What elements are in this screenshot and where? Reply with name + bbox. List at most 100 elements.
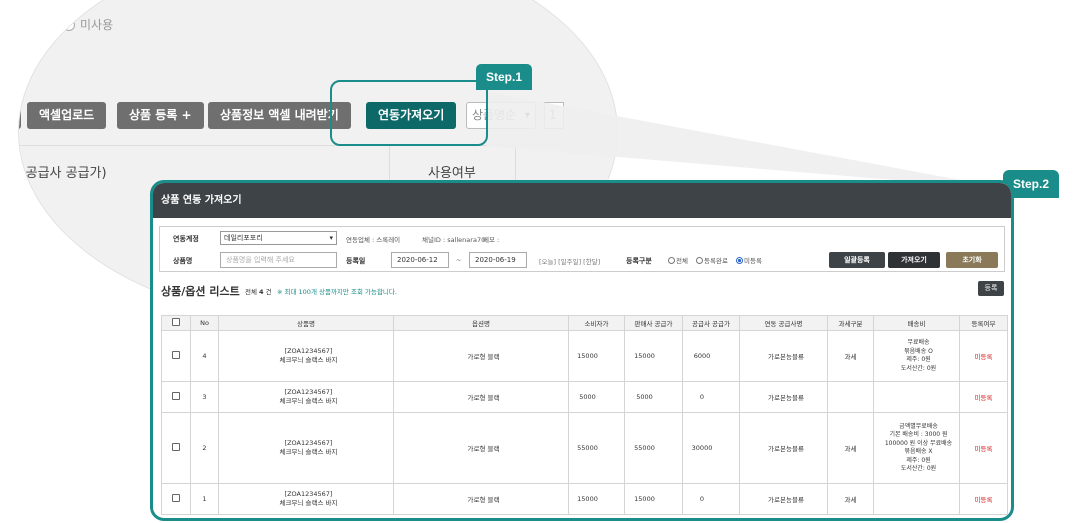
shipping-line: 도서산간: 0원 [900, 364, 937, 372]
column-header: 공급사 공급가 [682, 315, 740, 331]
product-name-label: 상품명 [173, 257, 193, 265]
use-column-header: 사용여부 [428, 166, 476, 181]
column-header: 배송비 [873, 315, 960, 331]
row-supplier-supply: 30000 [682, 412, 740, 484]
row-consumer-price: 15000 [568, 330, 625, 382]
row-supplier-supply: 0 [682, 381, 740, 413]
excel-upload-button[interactable]: 액셀업로드 [27, 102, 107, 129]
table-row: 1 [ZOA1234567] 체크무늬 슬랙스 바지 가로형 블랙 15000 1… [161, 483, 1008, 515]
count-suffix: 건 [265, 288, 272, 296]
extra-field[interactable]: 1 [544, 102, 564, 129]
chevron-down-icon: ▾ [524, 110, 530, 121]
date-from-input[interactable]: 2020-06-12 [391, 252, 449, 268]
status-option-done: 등록완료 [704, 257, 728, 265]
shipping-line: 제주: 0원 [906, 456, 931, 464]
quick-date-links[interactable]: [오늘] [일주일] [한달] [539, 256, 600, 266]
row-checkbox[interactable] [161, 330, 191, 382]
list-count: 전체 4 건 [245, 286, 272, 296]
row-checkbox[interactable] [161, 483, 191, 515]
shipping-line: 도서산간: 0원 [900, 465, 937, 472]
product-table: No 상품명 옵션명 소비자가 판매사 공급가 공급사 공급가 연동 공급사명 … [161, 315, 1008, 515]
status-radio-unregistered[interactable]: 미등록 [736, 255, 762, 265]
channel-text: 채널ID : sallenara70 [422, 236, 486, 244]
radio-circle-icon [63, 18, 75, 31]
column-header: 판매사 공급가 [624, 315, 683, 331]
column-header: 상품명 [218, 315, 394, 331]
radio-icon [668, 257, 675, 264]
status-option-unregistered: 미등록 [744, 257, 762, 265]
row-shipping: 금액별무료배송 기본 배송비 : 3000 원 100000 원 이상 무료배송… [873, 412, 960, 484]
memo-text: 메모 : [483, 236, 500, 244]
product-register-button[interactable]: 상품 등록 + [117, 102, 204, 129]
checkbox-icon [172, 494, 180, 502]
column-header: 과세구분 [827, 315, 874, 331]
row-no: 1 [190, 483, 219, 515]
unused-radio[interactable]: 미사용 [63, 16, 113, 33]
account-select-value: 데일리포포리 [224, 234, 263, 242]
row-checkbox[interactable] [161, 381, 191, 413]
row-product: [ZOA1234567] 체크무늬 슬랙스 바지 [218, 330, 394, 382]
count-prefix: 전체 [245, 288, 257, 296]
row-product: [ZOA1234567] 체크무늬 슬랙스 바지 [218, 381, 394, 413]
table-row: 4 [ZOA1234567] 체크무늬 슬랙스 바지 가로형 블랙 15000 1… [161, 330, 1008, 382]
row-seller-supply: 15000 [624, 330, 683, 382]
row-supplier-name: 가로본능블류 [739, 412, 828, 484]
product-name: 체크무늬 슬랙스 바지 [279, 356, 338, 364]
count-value: 4 [259, 288, 264, 296]
row-option: 가로형 블랙 [393, 330, 569, 382]
partner-text: 연동업체 : 스록레이 [346, 236, 401, 244]
import-button[interactable]: 가져오기 [888, 252, 940, 268]
row-consumer-price: 55000 [568, 412, 625, 484]
date-separator: ~ [456, 256, 462, 264]
select-all-header[interactable] [161, 315, 191, 331]
row-consumer-price: 15000 [568, 483, 625, 515]
column-header: 옵션명 [393, 315, 569, 331]
modal-title: 상품 연동 가져오기 [153, 183, 1011, 218]
linked-import-modal: 상품 연동 가져오기 연동계정 데일리포포리 ▾ 연동업체 : 스록레이 채널I… [150, 180, 1014, 521]
product-name: 체크무늬 슬랙스 바지 [279, 397, 338, 405]
row-shipping [873, 381, 960, 413]
status-radio-all[interactable]: 전체 [668, 255, 688, 265]
checkbox-icon [172, 443, 180, 451]
shipping-line: 무료배송 [907, 339, 930, 346]
row-no: 3 [190, 381, 219, 413]
unused-radio-label: 미사용 [80, 18, 114, 32]
table-header-row: No 상품명 옵션명 소비자가 판매사 공급가 공급사 공급가 연동 공급사명 … [161, 315, 1008, 331]
row-status: 미등록 [959, 412, 1008, 484]
checkbox-icon [172, 351, 180, 359]
shipping-line: 묶음배송 O [904, 347, 933, 355]
status-option-all: 전체 [676, 257, 688, 265]
row-seller-supply: 55000 [624, 412, 683, 484]
account-label: 연동계정 [173, 235, 199, 243]
account-select[interactable]: 데일리포포리 ▾ [220, 231, 337, 245]
price-column-header: 사 / 공급사 공급가) [19, 166, 107, 181]
row-supplier-name: 가로본능블류 [739, 330, 828, 382]
table-row: 3 [ZOA1234567] 체크무늬 슬랙스 바지 가로형 블랙 5000 50… [161, 381, 1008, 413]
list-note: ※ 최대 100개 상품까지만 조회 가능합니다. [277, 288, 397, 296]
row-tax: 과세 [827, 483, 874, 515]
row-option: 가로형 블랙 [393, 412, 569, 484]
shipping-line: 금액별무료배송 [899, 422, 938, 430]
filter-panel: 연동계정 데일리포포리 ▾ 연동업체 : 스록레이 채널ID : sallena… [159, 226, 1005, 272]
product-name-input[interactable]: 상품명을 입력해 주세요 [220, 252, 337, 268]
register-button[interactable]: 등록 [978, 281, 1004, 296]
row-checkbox[interactable] [161, 412, 191, 484]
reset-button[interactable]: 초기화 [946, 252, 998, 268]
date-to-input[interactable]: 2020-06-19 [469, 252, 527, 268]
product-code: [ZOA1234567] [284, 388, 333, 396]
date-label: 등록일 [346, 257, 366, 265]
bulk-register-button[interactable]: 일괄등록 [829, 252, 885, 268]
step1-highlight [330, 80, 488, 146]
truncated-button[interactable] [19, 102, 21, 129]
status-label: 등록구분 [626, 257, 652, 265]
status-radio-done[interactable]: 등록완료 [696, 255, 728, 265]
row-tax: 과세 [827, 412, 874, 484]
row-status: 미등록 [959, 330, 1008, 382]
product-code: [ZOA1234567] [284, 439, 333, 447]
column-header: 연동 공급사명 [739, 315, 828, 331]
row-seller-supply: 15000 [624, 483, 683, 515]
row-no: 4 [190, 330, 219, 382]
row-shipping: 무료배송 묶음배송 O 제주: 0원 도서산간: 0원 [873, 330, 960, 382]
column-header: 등록여부 [959, 315, 1008, 331]
row-tax: 과세 [827, 330, 874, 382]
